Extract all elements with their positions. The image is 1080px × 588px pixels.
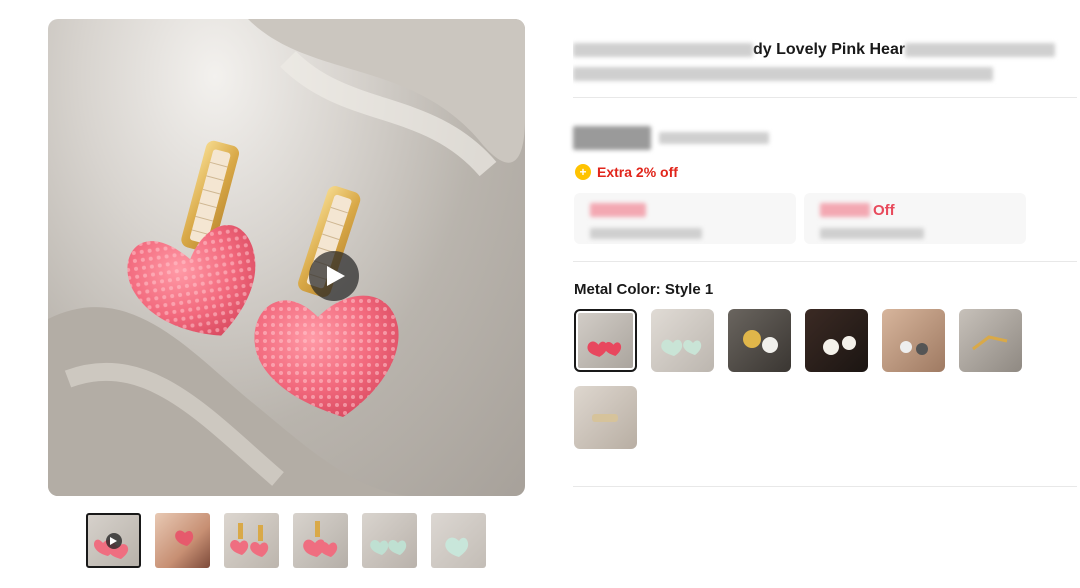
swatch-image (592, 414, 618, 422)
extra-discount-label: Extra 2% off (597, 164, 678, 180)
coupon-card-left[interactable] (574, 193, 796, 244)
blurred-text (905, 42, 1056, 57)
thumbnail-image (370, 540, 407, 555)
swatch-image (743, 330, 778, 353)
price-row (573, 126, 769, 150)
metal-color-options (574, 309, 1034, 449)
blurred-price (573, 126, 651, 150)
divider (573, 97, 1077, 98)
thumbnail-video[interactable] (86, 513, 141, 568)
swatch-style-1[interactable] (574, 309, 637, 372)
product-title-visible: dy Lovely Pink Hear (753, 41, 906, 58)
swatch-image (900, 341, 928, 355)
blurred-text (573, 66, 993, 81)
blurred-text (590, 228, 702, 240)
blurred-text (820, 228, 924, 240)
thumbnail-pink-pair[interactable] (224, 513, 279, 568)
blurred-text (573, 42, 753, 57)
swatch-style-2[interactable] (651, 309, 714, 372)
product-page: dy Lovely Pink Hear + Extra 2% off Off M… (0, 0, 1080, 588)
metal-color-label: Metal Color: Style 1 (574, 281, 714, 298)
swatch-image (972, 335, 1008, 351)
image-thumbnails (86, 513, 486, 568)
divider (573, 486, 1077, 487)
main-product-image[interactable] (48, 19, 525, 496)
play-video-button[interactable] (309, 251, 359, 301)
swatch-style-4[interactable] (805, 309, 868, 372)
thumbnail-mint-pair[interactable] (362, 513, 417, 568)
coupon-off-label: Off (873, 201, 895, 219)
swatch-style-5[interactable] (882, 309, 945, 372)
blurred-text (820, 203, 870, 217)
blurred-text (590, 203, 646, 217)
coupon-card-right[interactable]: Off (804, 193, 1026, 244)
swatch-style-3[interactable] (728, 309, 791, 372)
thumbnail-pink-closeup[interactable] (293, 513, 348, 568)
swatch-style-6[interactable] (959, 309, 1022, 372)
blurred-original-price (659, 132, 769, 144)
coin-icon: + (575, 164, 591, 180)
thumbnail-image (445, 537, 469, 557)
earring-photo (48, 19, 525, 496)
swatch-image (587, 341, 622, 357)
thumbnail-image (175, 530, 194, 546)
product-title: dy Lovely Pink Hear (573, 38, 1073, 86)
play-icon (327, 266, 345, 286)
divider (573, 261, 1077, 262)
extra-discount: + Extra 2% off (575, 164, 678, 180)
thumbnail-model[interactable] (155, 513, 210, 568)
play-icon (105, 532, 122, 549)
thumbnail-image (230, 523, 269, 557)
swatch-style-7[interactable] (574, 386, 637, 449)
swatch-image (823, 336, 856, 355)
thumbnail-image (303, 521, 338, 557)
thumbnail-mint-single[interactable] (431, 513, 486, 568)
swatch-image (661, 339, 702, 356)
